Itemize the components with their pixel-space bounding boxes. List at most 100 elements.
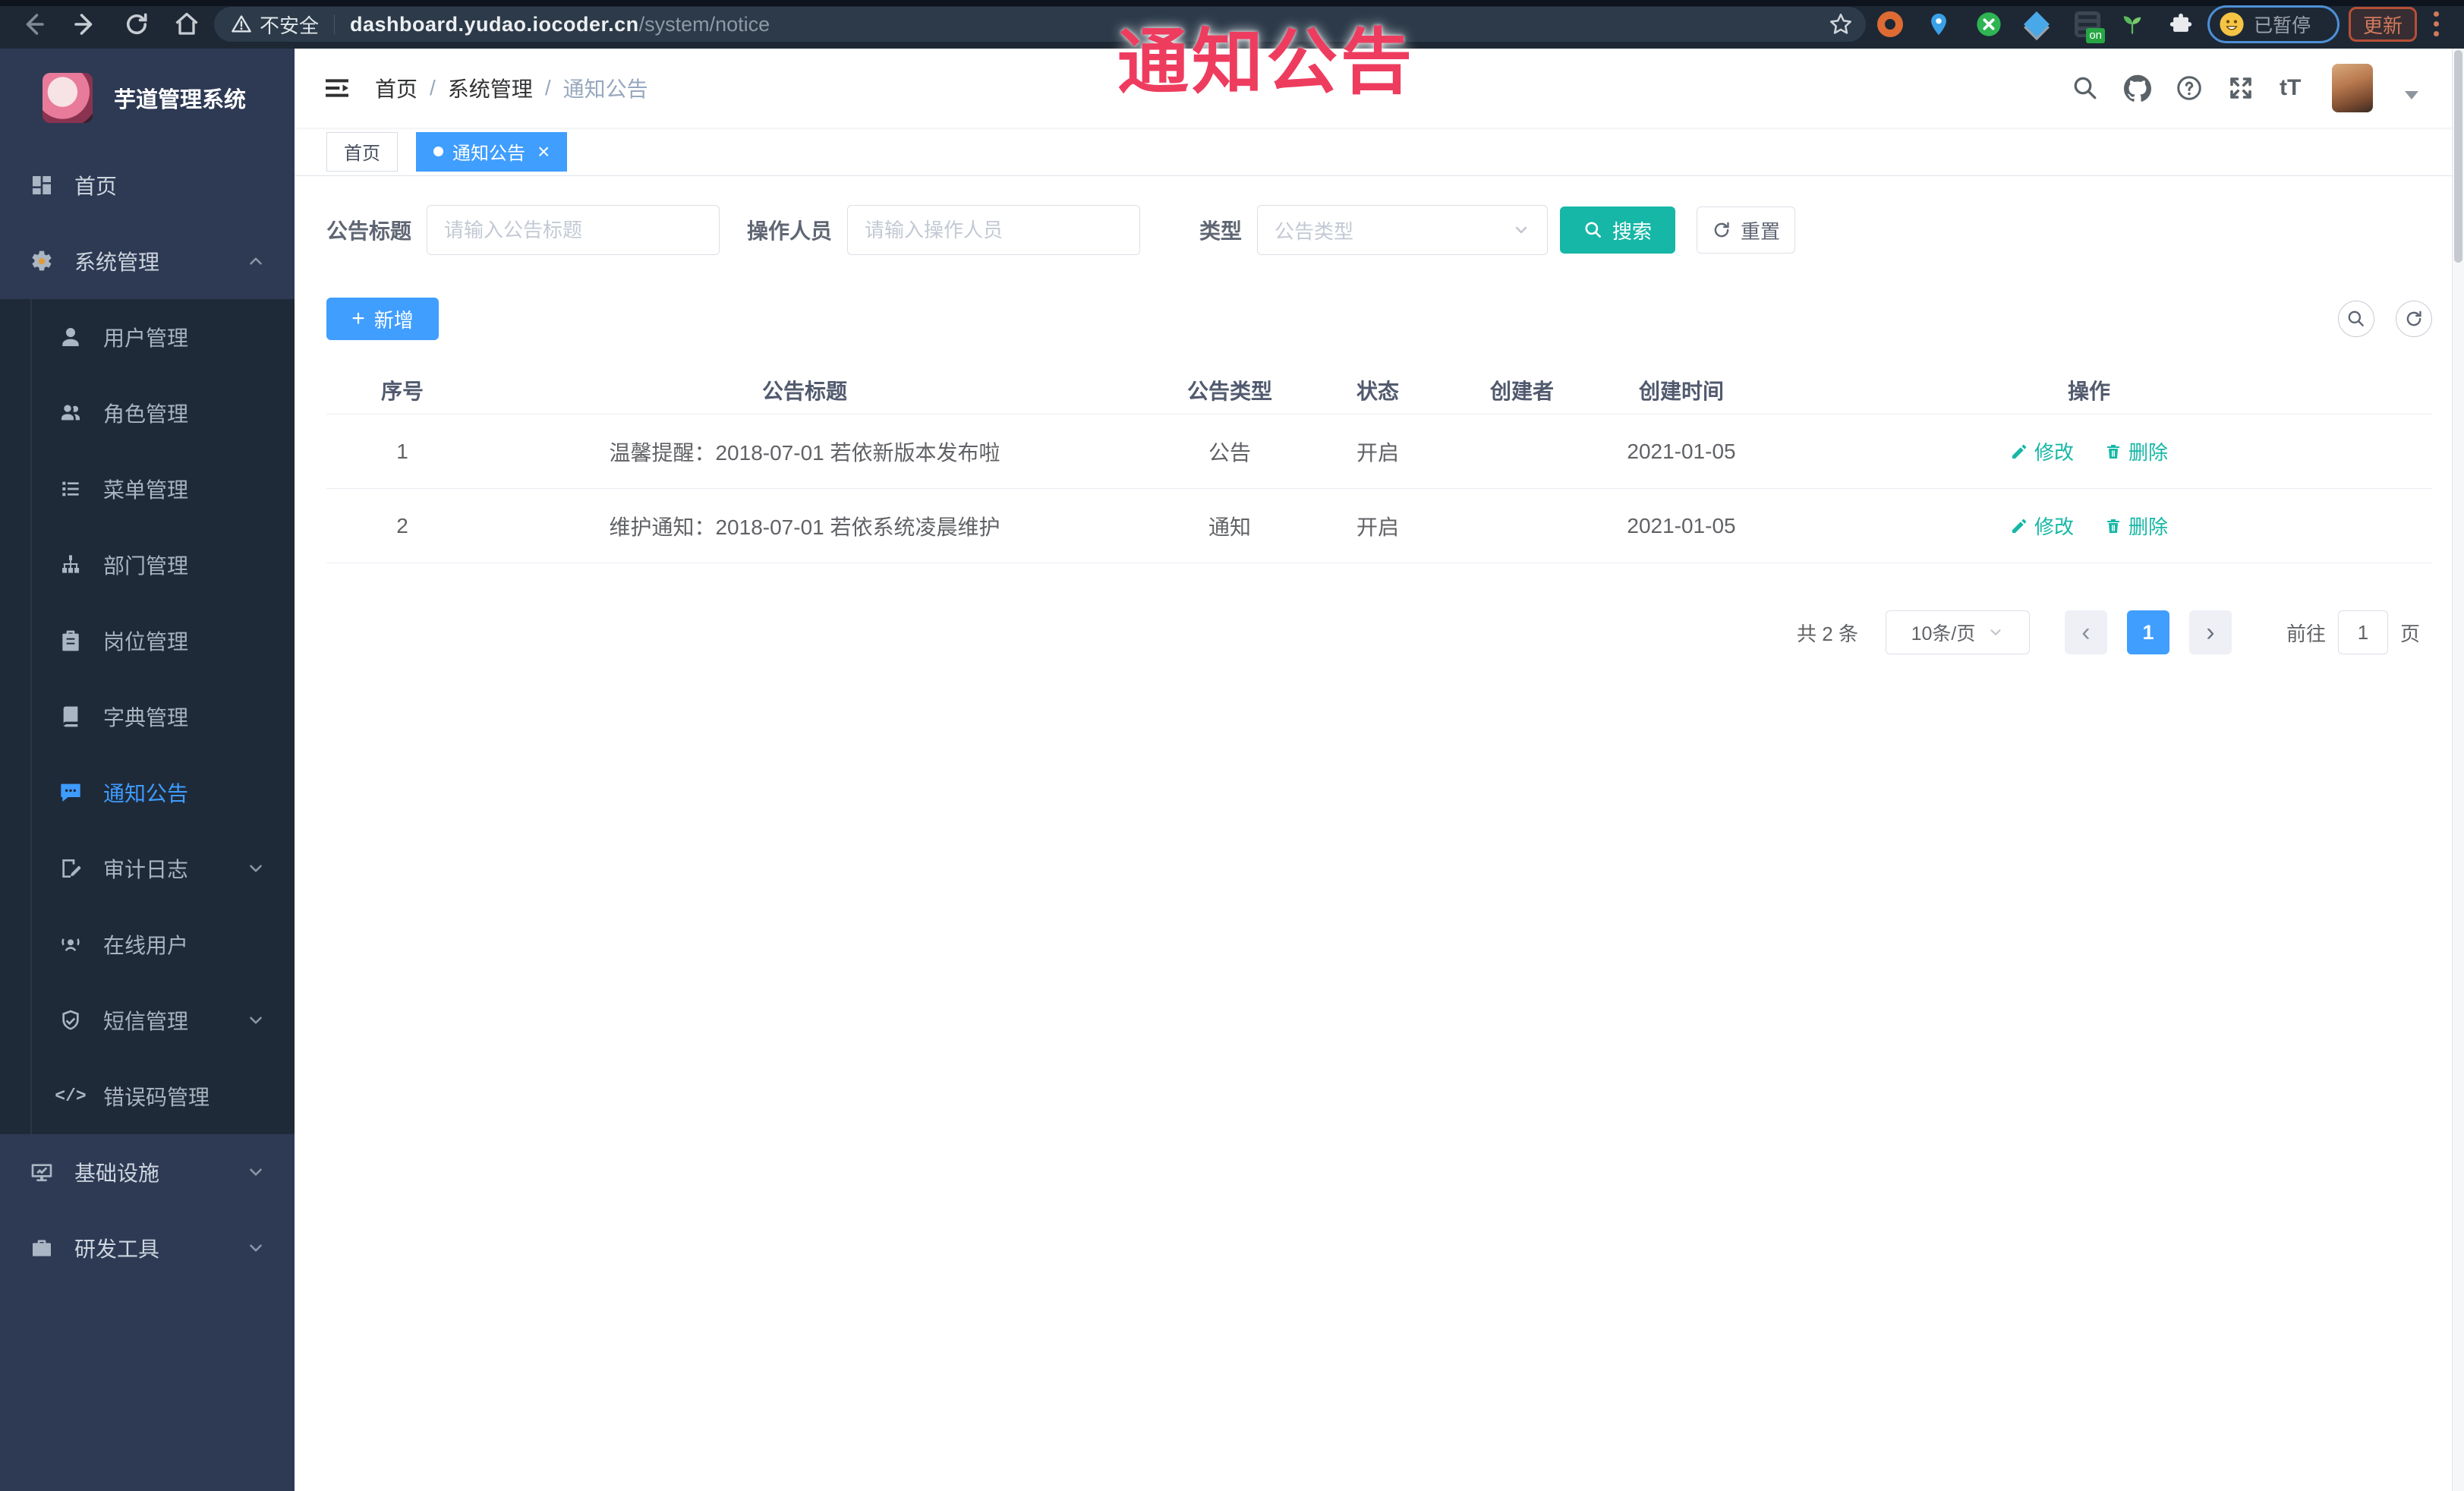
extensions-puzzle-icon[interactable]: [2168, 11, 2194, 37]
sidebar-item-system-management[interactable]: 系统管理: [0, 223, 295, 299]
search-button[interactable]: 搜索: [1560, 206, 1676, 254]
address-bar[interactable]: 不安全 dashboard.yudao.iocoder.cn /system/n…: [214, 7, 1866, 42]
page-scrollbar[interactable]: [2452, 49, 2464, 1491]
roles-icon: [58, 400, 83, 426]
notice-type-select[interactable]: 公告类型: [1257, 205, 1549, 255]
column-header-actions: 操作: [2067, 379, 2110, 403]
page-1-button[interactable]: 1: [2126, 610, 2169, 654]
browser-back-icon[interactable]: [20, 11, 47, 38]
table-header-row: 序号 公告标题 公告类型 状态 创建者 创建时间 操作: [326, 366, 2432, 415]
sidebar-item-label: 角色管理: [103, 402, 189, 426]
omnibox-divider: [334, 14, 336, 34]
cell-actions: 修改 删除: [1746, 512, 2432, 540]
extension-blue-diamond-icon[interactable]: [2024, 11, 2050, 37]
sidebar-item-user-management[interactable]: 用户管理: [0, 299, 295, 375]
dashboard-icon: [29, 172, 55, 198]
header-search-icon[interactable]: [2072, 74, 2099, 102]
browser-reload-icon[interactable]: [123, 11, 150, 38]
sidebar-item-label: 通知公告: [103, 782, 189, 805]
cell-title: 维护通知：2018-07-01 若依系统凌晨维护: [609, 515, 1000, 539]
toggle-search-button[interactable]: [2338, 301, 2374, 337]
url-path[interactable]: /system/notice: [639, 13, 770, 36]
next-page-button[interactable]: ›: [2188, 610, 2232, 654]
refresh-table-button[interactable]: [2396, 301, 2432, 337]
delete-link[interactable]: 删除: [2104, 512, 2168, 540]
operator-label: 操作人员: [747, 219, 833, 243]
sidebar-item-notice-announcement[interactable]: 通知公告: [0, 755, 295, 831]
extension-orange-ring-icon[interactable]: [1877, 11, 1903, 37]
page-size-select[interactable]: 10条/页: [1885, 610, 2030, 654]
tag-label: 首页: [344, 143, 380, 164]
profile-paused-chip[interactable]: 已暂停: [2207, 5, 2340, 43]
breadcrumb-system-management[interactable]: 系统管理: [448, 73, 533, 103]
github-icon[interactable]: [2124, 74, 2151, 102]
sidebar-item-infrastructure[interactable]: 基础设施: [0, 1134, 295, 1210]
cell-actions: 修改 删除: [1746, 437, 2432, 465]
tag-notice-announcement[interactable]: 通知公告 ×: [416, 131, 568, 172]
sidebar-item-online-users[interactable]: 在线用户: [0, 906, 295, 982]
chevron-down-icon: [1987, 624, 2004, 641]
sidebar-item-audit-log[interactable]: 审计日志: [0, 831, 295, 906]
reset-button[interactable]: 重置: [1697, 206, 1796, 254]
breadcrumb: 首页 / 系统管理 / 通知公告: [375, 49, 648, 128]
breadcrumb-home[interactable]: 首页: [375, 73, 417, 103]
bookmark-star-icon[interactable]: [1828, 11, 1854, 37]
pagination-total: 共 2 条: [1797, 622, 1858, 645]
user-icon: [58, 324, 83, 350]
sidebar-item-label: 首页: [74, 175, 118, 198]
help-icon[interactable]: [2176, 74, 2203, 102]
table-row[interactable]: 1 温馨提醒：2018-07-01 若依新版本发布啦 公告 开启 2021-01…: [326, 415, 2432, 489]
fullscreen-icon[interactable]: [2227, 74, 2254, 102]
sidebar-item-dev-tools[interactable]: 研发工具: [0, 1210, 295, 1286]
browser-update-button[interactable]: 更新: [2349, 7, 2417, 42]
url-host[interactable]: dashboard.yudao.iocoder.cn: [350, 13, 639, 36]
edit-link[interactable]: 修改: [2010, 512, 2074, 540]
app-logo-row[interactable]: 芋道管理系统: [0, 49, 295, 147]
browser-forward-icon[interactable]: [71, 11, 99, 38]
tag-home[interactable]: 首页: [326, 131, 398, 172]
delete-link[interactable]: 删除: [2104, 437, 2168, 465]
sidebar-item-error-code-management[interactable]: </> 错误码管理: [0, 1058, 295, 1134]
column-header-created: 创建时间: [1638, 379, 1724, 403]
tag-close-icon[interactable]: ×: [537, 140, 550, 162]
sidebar-item-post-management[interactable]: 岗位管理: [0, 603, 295, 679]
sidebar-item-label: 短信管理: [103, 1010, 189, 1033]
paused-label: 已暂停: [2254, 15, 2311, 36]
extension-sprout-icon[interactable]: [2119, 11, 2145, 37]
chevron-down-icon: [246, 1162, 266, 1182]
sidebar-item-dict-management[interactable]: 字典管理: [0, 679, 295, 755]
cell-title: 温馨提醒：2018-07-01 若依新版本发布啦: [609, 440, 1000, 465]
extension-green-circle-icon[interactable]: [1976, 11, 2002, 37]
audit-log-icon: [58, 856, 83, 881]
security-label[interactable]: 不安全: [260, 11, 319, 39]
font-size-icon[interactable]: tT: [2280, 49, 2301, 128]
avatar-caret-down-icon[interactable]: [2405, 91, 2418, 99]
sidebar-item-role-management[interactable]: 角色管理: [0, 375, 295, 451]
cell-type: 公告: [1208, 440, 1251, 465]
dev-tools-icon: [29, 1235, 55, 1261]
tags-view-bar: 首页 通知公告 ×: [295, 128, 2464, 176]
extension-dark-list-icon[interactable]: on: [2075, 11, 2105, 43]
edit-link[interactable]: 修改: [2010, 437, 2074, 465]
sidebar-item-sms-management[interactable]: 短信管理: [0, 982, 295, 1058]
operator-input[interactable]: [847, 205, 1141, 255]
add-button[interactable]: + 新增: [326, 298, 439, 340]
refresh-icon: [1712, 220, 1731, 240]
sidebar-item-menu-management[interactable]: 菜单管理: [0, 451, 295, 527]
chevron-down-icon: [246, 859, 266, 878]
extension-location-pin-icon[interactable]: [1926, 11, 1952, 37]
browser-home-icon[interactable]: [173, 11, 200, 38]
table-row[interactable]: 2 维护通知：2018-07-01 若依系统凌晨维护 通知 开启 2021-01…: [326, 489, 2432, 563]
sidebar-item-label: 审计日志: [103, 858, 189, 881]
scrollbar-thumb[interactable]: [2454, 50, 2462, 263]
breadcrumb-separator: /: [430, 76, 436, 99]
sidebar-toggle-hamburger-icon[interactable]: [322, 73, 352, 103]
user-avatar[interactable]: [2332, 64, 2373, 112]
prev-page-button[interactable]: ‹: [2064, 610, 2107, 654]
browser-menu-kebab-icon[interactable]: [2434, 11, 2440, 41]
sidebar-item-department-management[interactable]: 部门管理: [0, 527, 295, 603]
gear-icon: [29, 248, 55, 274]
sidebar-item-home[interactable]: 首页: [0, 147, 295, 223]
notice-title-input[interactable]: [427, 205, 720, 255]
goto-page-input[interactable]: [2337, 610, 2388, 654]
